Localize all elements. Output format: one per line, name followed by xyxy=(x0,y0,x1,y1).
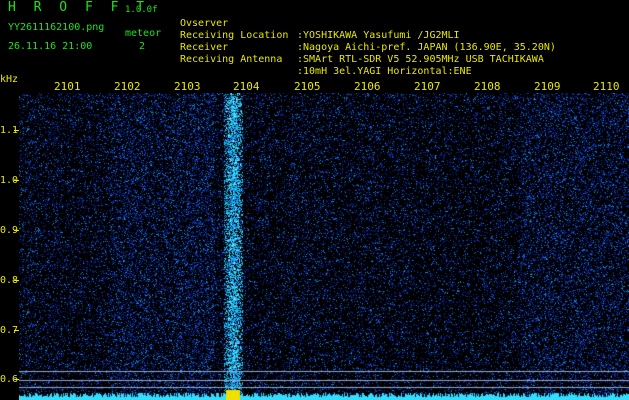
version-label: 1.0.0f xyxy=(125,5,158,15)
spectrogram xyxy=(19,93,629,400)
meta-value: :SMArt RTL-SDR V5 52.905MHz USB TACHIKAW… xyxy=(297,54,544,65)
x-tick-label: 2106 xyxy=(354,80,381,93)
x-tick-label: 2103 xyxy=(174,80,201,93)
x-tick-label: 2107 xyxy=(414,80,441,93)
x-tick-label: 2104 xyxy=(233,80,260,93)
datetime-label: 26.11.16 21:00 xyxy=(8,41,93,52)
x-tick-label: 2101 xyxy=(54,80,81,93)
spectrogram-canvas xyxy=(19,93,629,400)
hrofft-window: H R O F F T 1.0.0f YY2611162100.png mete… xyxy=(0,0,629,400)
meta-value: :Nagoya Aichi-pref. JAPAN (136.90E, 35.2… xyxy=(297,42,556,53)
x-tick-label: 2102 xyxy=(114,80,141,93)
x-tick-label: 2105 xyxy=(294,80,321,93)
x-tick-label: 2110 xyxy=(593,80,620,93)
x-tick-label: 2109 xyxy=(534,80,561,93)
filename-label: YY2611162100.png xyxy=(8,22,105,33)
meta-value: :YOSHIKAWA Yasufumi /JG2MLI xyxy=(297,30,460,41)
meta-key: Receiving Antenna xyxy=(180,54,283,65)
x-tick-label: 2108 xyxy=(474,80,501,93)
counter-value: 2 xyxy=(139,41,146,52)
counter-label: meteor xyxy=(125,28,162,39)
y-axis-unit: kHz xyxy=(0,74,19,85)
meta-value: :10mH 3el.YAGI Horizontal:ENE xyxy=(297,66,472,77)
